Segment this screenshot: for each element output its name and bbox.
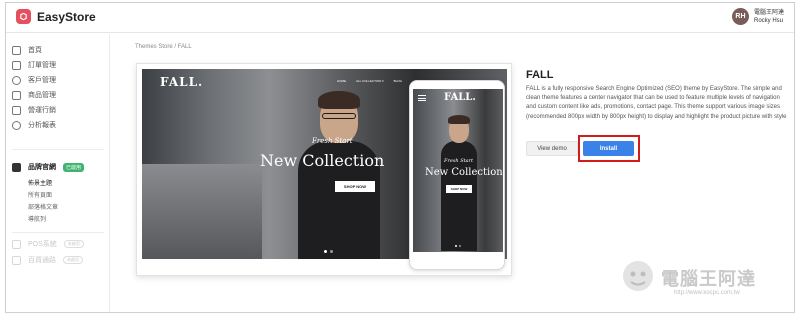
storefront-icon	[12, 162, 21, 172]
preview-shop-now-button: SHOP NOW	[335, 181, 375, 192]
preview-title: New Collection	[260, 151, 385, 170]
preview-kicker: Fresh Start	[312, 137, 353, 145]
preview-nav: HOME ALL COLLECTION ▾ BLOG	[337, 79, 402, 83]
sidebar-divider	[12, 232, 104, 233]
preview-model-image	[292, 91, 382, 259]
sidebar-item-label: 商品管理	[28, 92, 56, 99]
theme-title: FALL	[526, 69, 554, 81]
view-demo-button[interactable]: View demo	[526, 141, 578, 156]
status-badge: 已啟用	[63, 162, 85, 172]
app-logo[interactable]: EasyStore	[16, 9, 96, 24]
sidebar-item-marketing[interactable]: 營運行銷	[12, 104, 56, 116]
watermark-mascot-icon	[623, 261, 653, 291]
home-icon	[12, 45, 21, 55]
mobile-preview-brand: FALL.	[444, 92, 476, 103]
megaphone-icon	[12, 105, 21, 115]
top-bar: EasyStore RH 電腦王阿達 Rocky Hsu	[6, 3, 794, 33]
theme-description: FALL is a fully responsive Search Engine…	[526, 86, 787, 120]
breadcrumb-current: FALL	[177, 44, 192, 50]
preview-background	[142, 164, 262, 259]
sidebar-divider	[12, 149, 104, 150]
store-icon	[12, 255, 21, 265]
highlight-box	[578, 135, 640, 162]
carousel-dot	[455, 245, 457, 247]
sidebar-item-label: 百貨通路	[28, 257, 56, 264]
sidebar-item-label: 客戶管理	[28, 77, 56, 84]
sidebar-item-label: 分析報表	[28, 122, 56, 129]
carousel-dot	[459, 245, 461, 247]
watermark-text: 電腦王阿達	[661, 269, 756, 290]
sidebar-item-department-store[interactable]: 百貨通路 未啟用	[12, 254, 83, 266]
mobile-carousel-dots	[455, 245, 461, 247]
user-icon	[12, 75, 21, 85]
app-window: EasyStore RH 電腦王阿達 Rocky Hsu 首頁 訂單管理 客戶管…	[5, 2, 795, 313]
watermark-url: http://www.kocpc.com.tw	[674, 290, 740, 296]
preview-carousel-dots	[324, 250, 333, 253]
sidebar-item-label: 營運行銷	[28, 107, 56, 114]
sidebar-item-customers[interactable]: 客戶管理	[12, 74, 56, 86]
preview-nav-item: HOME	[337, 79, 346, 83]
easystore-logo-icon	[16, 9, 31, 24]
mobile-preview-title: New Collection	[425, 167, 503, 178]
preview-nav-item: BLOG	[393, 79, 402, 83]
sidebar-subitem-themes[interactable]: 佈景主題	[28, 178, 52, 187]
user-name: Rocky Hsu	[753, 17, 783, 24]
sidebar-item-pos[interactable]: POS系統 未啟用	[12, 238, 84, 250]
sidebar-item-products[interactable]: 商品管理	[12, 89, 56, 101]
mobile-preview-kicker: Fresh Start	[444, 158, 474, 164]
box-icon	[12, 90, 21, 100]
user-info: 電腦王阿達 Rocky Hsu	[754, 9, 784, 25]
pos-icon	[12, 239, 21, 249]
sidebar-item-brand-site[interactable]: 品牌官網 已啟用	[12, 161, 85, 173]
sidebar-item-analytics[interactable]: 分析報表	[12, 119, 56, 131]
carousel-dot	[330, 250, 333, 253]
user-menu[interactable]: RH 電腦王阿達 Rocky Hsu	[731, 8, 784, 25]
sidebar-item-label: 品牌官網	[28, 164, 56, 171]
sidebar-item-label: POS系統	[28, 241, 57, 248]
breadcrumb-separator: /	[174, 44, 177, 50]
preview-nav-item: ALL COLLECTION ▾	[356, 79, 384, 83]
avatar: RH	[731, 8, 749, 25]
sidebar-item-home[interactable]: 首頁	[12, 44, 42, 56]
sidebar-item-label: 訂單管理	[28, 62, 56, 69]
mobile-preview-shop-now-button: SHOP NOW	[446, 185, 472, 193]
breadcrumb: Themes Store / FALL	[135, 44, 192, 50]
sidebar-subitem-pages[interactable]: 所有頁面	[28, 190, 52, 199]
breadcrumb-link-themes-store[interactable]: Themes Store	[135, 44, 173, 50]
preview-brand: FALL.	[160, 75, 204, 89]
app-name: EasyStore	[37, 9, 96, 24]
carousel-dot	[324, 250, 327, 253]
mobile-screen: FALL. Fresh Start New Collection SHOP NO…	[413, 89, 503, 252]
status-badge: 未啟用	[63, 256, 83, 264]
sidebar-subitem-navigation[interactable]: 導航列	[28, 214, 46, 223]
sidebar-item-orders[interactable]: 訂單管理	[12, 59, 56, 71]
receipt-icon	[12, 60, 21, 70]
hamburger-menu-icon	[418, 95, 426, 101]
status-badge: 未啟用	[63, 240, 84, 248]
sidebar-subitem-blog[interactable]: 部落格文章	[28, 202, 58, 211]
sidebar-item-label: 首頁	[28, 47, 42, 54]
chart-icon	[12, 120, 21, 130]
mobile-preview: FALL. Fresh Start New Collection SHOP NO…	[409, 80, 505, 270]
sidebar: 首頁 訂單管理 客戶管理 商品管理 營運行銷 分析報表 品牌官網 已啟用 佈景主	[6, 34, 110, 312]
shop-name: 電腦王阿達	[753, 9, 784, 16]
